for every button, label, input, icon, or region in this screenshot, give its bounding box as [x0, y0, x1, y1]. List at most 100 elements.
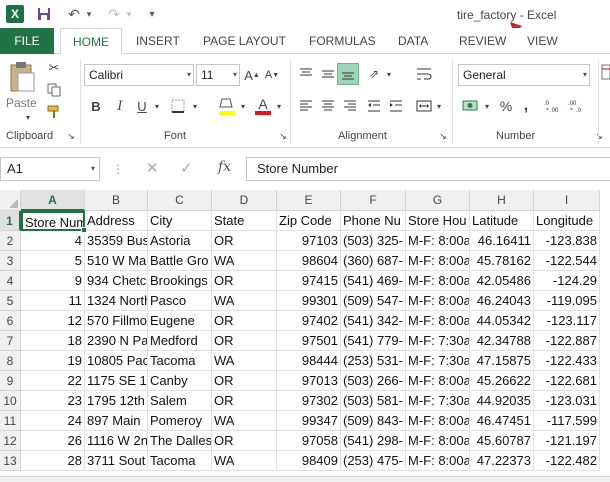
header-cell[interactable]: State: [212, 211, 277, 231]
row-header[interactable]: 8: [0, 351, 21, 371]
table-cell[interactable]: M-F: 8:00a: [406, 271, 470, 291]
tab-view[interactable]: VIEW: [527, 28, 558, 54]
table-cell[interactable]: 98444: [277, 351, 341, 371]
table-cell[interactable]: 44.92035: [470, 391, 534, 411]
table-cell[interactable]: M-F: 7:30a: [406, 351, 470, 371]
row-header[interactable]: 10: [0, 391, 21, 411]
header-cell[interactable]: Latitude: [470, 211, 534, 231]
align-center-icon[interactable]: [318, 96, 338, 116]
table-cell[interactable]: 47.15875: [470, 351, 534, 371]
customize-toolbar-icon[interactable]: ▾: [142, 4, 162, 24]
table-cell[interactable]: 97402: [277, 311, 341, 331]
conditional-format-icon[interactable]: [601, 62, 610, 82]
header-cell[interactable]: Store Num: [21, 211, 85, 231]
redo-icon[interactable]: ↷: [104, 4, 124, 24]
table-cell[interactable]: The Dalles: [148, 431, 212, 451]
table-cell[interactable]: 22: [21, 371, 85, 391]
table-cell[interactable]: 3711 Sout: [85, 451, 148, 471]
insert-function-icon[interactable]: fx: [218, 159, 231, 175]
paste-icon[interactable]: [6, 60, 38, 94]
row-header[interactable]: 4: [0, 271, 21, 291]
merge-center-icon[interactable]: [414, 96, 434, 116]
table-cell[interactable]: 46.24043: [470, 291, 534, 311]
orientation-dropdown-icon[interactable]: ▾: [384, 66, 394, 82]
table-cell[interactable]: 1795 12th: [85, 391, 148, 411]
select-all-button[interactable]: [0, 190, 21, 211]
tab-insert[interactable]: INSERT: [136, 28, 180, 54]
undo-icon[interactable]: ↶: [64, 4, 84, 24]
table-cell[interactable]: -124.29: [534, 271, 600, 291]
decrease-decimal-icon[interactable]: .00.0: [566, 96, 588, 116]
accounting-format-icon[interactable]: [460, 96, 482, 116]
table-cell[interactable]: M-F: 8:00a: [406, 231, 470, 251]
table-cell[interactable]: Canby: [148, 371, 212, 391]
merge-dropdown-icon[interactable]: ▾: [434, 98, 444, 114]
font-name-select[interactable]: Calibri ▾: [84, 64, 194, 86]
table-cell[interactable]: 897 Main: [85, 411, 148, 431]
table-cell[interactable]: M-F: 8:00a: [406, 451, 470, 471]
table-cell[interactable]: 10805 Pac: [85, 351, 148, 371]
table-cell[interactable]: Pomeroy: [148, 411, 212, 431]
table-cell[interactable]: 1175 SE 1s: [85, 371, 148, 391]
copy-icon[interactable]: [44, 80, 64, 100]
decrease-indent-icon[interactable]: [364, 96, 384, 116]
underline-button[interactable]: U: [132, 96, 152, 116]
header-cell[interactable]: Address: [85, 211, 148, 231]
header-cell[interactable]: Zip Code: [277, 211, 341, 231]
align-bottom-icon[interactable]: [337, 63, 359, 85]
shrink-font-icon[interactable]: A ▼: [264, 66, 280, 84]
table-cell[interactable]: (360) 687-: [341, 251, 406, 271]
font-color-icon[interactable]: A: [252, 94, 274, 118]
column-header[interactable]: B: [85, 190, 148, 211]
table-cell[interactable]: Tacoma: [148, 451, 212, 471]
column-header[interactable]: D: [212, 190, 277, 211]
table-cell[interactable]: (503) 325-: [341, 231, 406, 251]
alignment-launcher-icon[interactable]: ↘: [438, 130, 448, 142]
table-cell[interactable]: 97103: [277, 231, 341, 251]
italic-button[interactable]: I: [110, 96, 130, 116]
table-cell[interactable]: OR: [212, 271, 277, 291]
grow-font-icon[interactable]: A ▲: [244, 66, 260, 84]
column-header[interactable]: H: [470, 190, 534, 211]
tab-review[interactable]: REVIEW: [459, 28, 506, 54]
bold-button[interactable]: B: [86, 96, 106, 116]
accounting-dropdown-icon[interactable]: ▾: [482, 98, 492, 114]
row-header[interactable]: 13: [0, 451, 21, 471]
table-cell[interactable]: Astoria: [148, 231, 212, 251]
increase-decimal-icon[interactable]: .0.00: [542, 96, 564, 116]
format-painter-icon[interactable]: [44, 102, 64, 122]
font-color-dropdown-icon[interactable]: ▾: [274, 98, 284, 114]
table-cell[interactable]: 46.47451: [470, 411, 534, 431]
align-right-icon[interactable]: [340, 96, 360, 116]
row-header[interactable]: 11: [0, 411, 21, 431]
table-cell[interactable]: (541) 779-: [341, 331, 406, 351]
table-cell[interactable]: 9: [21, 271, 85, 291]
header-cell[interactable]: City: [148, 211, 212, 231]
table-cell[interactable]: 570 Fillmo: [85, 311, 148, 331]
table-cell[interactable]: -121.197: [534, 431, 600, 451]
table-cell[interactable]: M-F: 7:30a: [406, 391, 470, 411]
row-header[interactable]: 6: [0, 311, 21, 331]
header-cell[interactable]: Phone Nu: [341, 211, 406, 231]
formula-bar-grip-icon[interactable]: ⋮: [112, 162, 124, 176]
table-cell[interactable]: OR: [212, 431, 277, 451]
font-launcher-icon[interactable]: ↘: [278, 130, 288, 142]
table-cell[interactable]: M-F: 8:00a: [406, 291, 470, 311]
fill-handle[interactable]: [81, 227, 87, 233]
table-cell[interactable]: 45.60787: [470, 431, 534, 451]
table-cell[interactable]: 98604: [277, 251, 341, 271]
table-cell[interactable]: (509) 547-: [341, 291, 406, 311]
table-cell[interactable]: WA: [212, 291, 277, 311]
table-cell[interactable]: OR: [212, 231, 277, 251]
column-header[interactable]: E: [277, 190, 341, 211]
table-cell[interactable]: 2390 N Pa: [85, 331, 148, 351]
header-cell[interactable]: Longitude: [534, 211, 600, 231]
table-cell[interactable]: 26: [21, 431, 85, 451]
row-header[interactable]: 7: [0, 331, 21, 351]
table-cell[interactable]: (253) 475-: [341, 451, 406, 471]
table-cell[interactable]: (541) 298-: [341, 431, 406, 451]
table-cell[interactable]: 97302: [277, 391, 341, 411]
row-header[interactable]: 1: [0, 211, 21, 231]
column-header[interactable]: F: [341, 190, 406, 211]
header-cell[interactable]: Store Hou: [406, 211, 470, 231]
